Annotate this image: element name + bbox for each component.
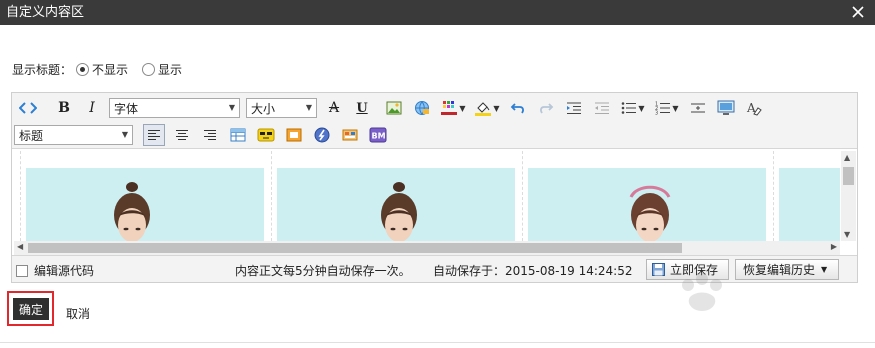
scroll-left-icon[interactable]: ◀ [17, 242, 23, 251]
show-title-row: 显示标题： 不显示 显示 [12, 61, 182, 77]
radio-show-title-label[interactable]: 显示 [158, 61, 182, 78]
content-image-panel [271, 151, 520, 241]
content-image-panel [20, 151, 269, 241]
insert-emoticon-icon[interactable] [255, 124, 277, 146]
font-color-icon[interactable]: ▼ [439, 97, 467, 119]
horizontal-scrollbar[interactable]: ◀ ▶ [14, 241, 840, 255]
portrait-image [114, 182, 150, 241]
insert-table-icon[interactable] [227, 124, 249, 146]
dialog-title: 自定义内容区 [6, 5, 85, 20]
font-family-select[interactable]: 字体 ▼ [109, 98, 240, 118]
align-left-icon[interactable] [143, 124, 165, 146]
insert-bm-icon[interactable]: BM [367, 124, 389, 146]
insert-media-icon[interactable] [283, 124, 305, 146]
indent-icon[interactable] [563, 97, 585, 119]
highlight-color-icon[interactable]: ▼ [473, 97, 501, 119]
numbered-list-icon[interactable]: 123 ▼ [653, 97, 681, 119]
content-image-panel [522, 151, 771, 241]
close-icon[interactable] [849, 3, 867, 21]
scroll-down-icon[interactable]: ▼ [844, 230, 850, 239]
underline-button[interactable]: U [351, 97, 373, 119]
autosave-time: 自动保存于：2015-08-19 14:24:52 [433, 264, 633, 278]
scroll-right-icon[interactable]: ▶ [831, 242, 837, 251]
editor-content-area[interactable] [14, 151, 840, 241]
source-code-toggle[interactable]: 编辑源代码 [16, 262, 94, 279]
insert-link-icon[interactable] [411, 97, 433, 119]
content-image-panel [773, 151, 840, 241]
editor-toolbar: B I 字体 ▼ 大小 ▼ A U ▼ ▼ ▼ 1 2 3 ▼ A 标题 ▼ B… [12, 93, 857, 149]
heading-select[interactable]: 标题 ▼ [14, 125, 133, 145]
insert-flash-icon[interactable] [311, 124, 333, 146]
svg-text:BM: BM [372, 132, 386, 141]
show-title-label: 显示标题： [12, 62, 73, 77]
source-code-label[interactable]: 编辑源代码 [34, 262, 94, 279]
radio-hide-title-label[interactable]: 不显示 [92, 61, 128, 78]
floppy-disk-icon [652, 263, 665, 276]
redo-icon[interactable] [535, 97, 557, 119]
font-size-select[interactable]: 大小 ▼ [246, 98, 317, 118]
align-center-icon[interactable] [171, 124, 193, 146]
source-toggle-icon[interactable] [17, 97, 39, 119]
dialog-titlebar: 自定义内容区 [0, 0, 875, 25]
scroll-up-icon[interactable]: ▲ [844, 153, 850, 162]
bold-button[interactable]: B [53, 97, 75, 119]
baidu-watermark [682, 273, 722, 311]
insert-image-icon[interactable] [383, 97, 405, 119]
cancel-button[interactable]: 取消 [66, 305, 90, 322]
portrait-image [629, 185, 671, 241]
portrait-image [381, 182, 417, 241]
strikethrough-button[interactable]: A [323, 97, 345, 119]
italic-button[interactable]: I [81, 97, 103, 119]
rich-text-editor: B I 字体 ▼ 大小 ▼ A U ▼ ▼ ▼ 1 2 3 ▼ A 标题 ▼ B… [11, 92, 858, 283]
undo-icon[interactable] [507, 97, 529, 119]
preview-icon[interactable] [715, 97, 737, 119]
ok-button[interactable]: 确定 [13, 298, 49, 320]
vertical-scroll-thumb[interactable] [843, 167, 854, 185]
svg-text:3: 3 [655, 111, 658, 116]
align-right-icon[interactable] [199, 124, 221, 146]
ok-highlight: 确定 [7, 291, 54, 326]
vertical-scrollbar[interactable]: ▲ ▼ [841, 151, 856, 241]
radio-hide-title[interactable] [76, 62, 90, 76]
clear-format-icon[interactable]: A [743, 97, 765, 119]
insert-template-icon[interactable] [339, 124, 361, 146]
source-code-checkbox[interactable] [16, 264, 28, 277]
bullet-list-icon[interactable]: ▼ [619, 97, 647, 119]
line-spacing-icon[interactable] [687, 97, 709, 119]
autosave-note: 内容正文每5分钟自动保存一次。 [235, 264, 411, 278]
toolbar-row-2: 标题 ▼ BM [14, 122, 395, 148]
bottom-edge [0, 342, 875, 348]
horizontal-scroll-thumb[interactable] [28, 243, 682, 253]
toolbar-row-1: B I 字体 ▼ 大小 ▼ A U ▼ ▼ ▼ 1 2 3 ▼ A [17, 95, 771, 121]
outdent-icon[interactable] [591, 97, 613, 119]
radio-show-title[interactable] [142, 62, 156, 76]
